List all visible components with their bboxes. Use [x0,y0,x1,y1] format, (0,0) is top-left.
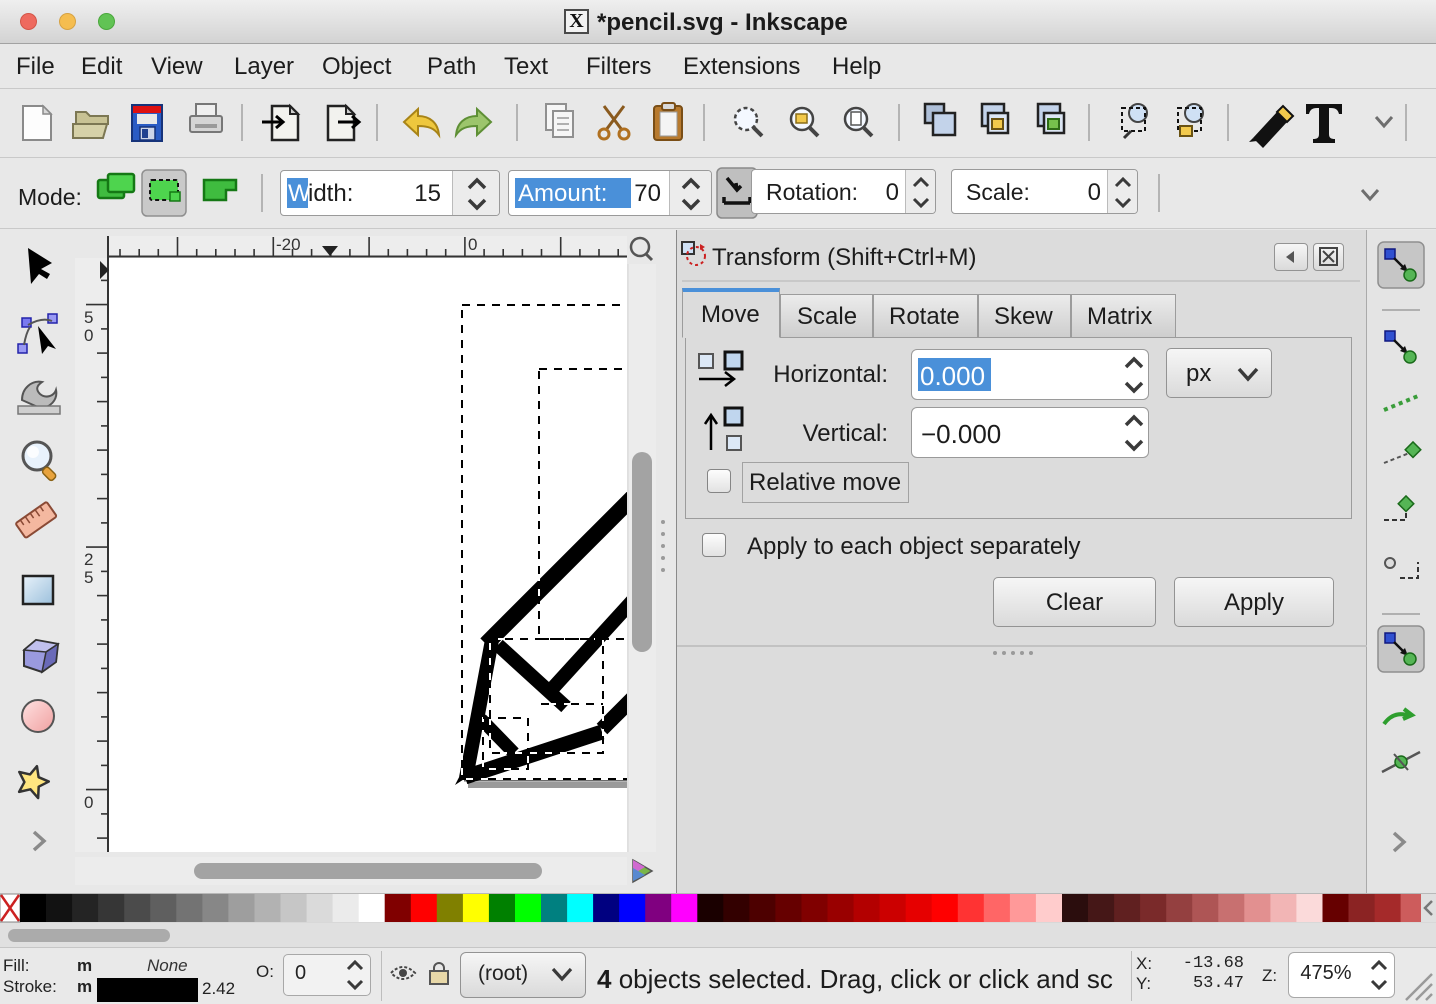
svg-text:-20: -20 [276,235,301,254]
svg-text:0: 0 [468,235,477,254]
svg-text:5: 5 [84,568,93,587]
svg-text:2: 2 [84,550,93,569]
svg-text:0: 0 [84,793,93,812]
svg-text:5: 5 [84,308,93,327]
svg-text:0: 0 [84,326,93,345]
